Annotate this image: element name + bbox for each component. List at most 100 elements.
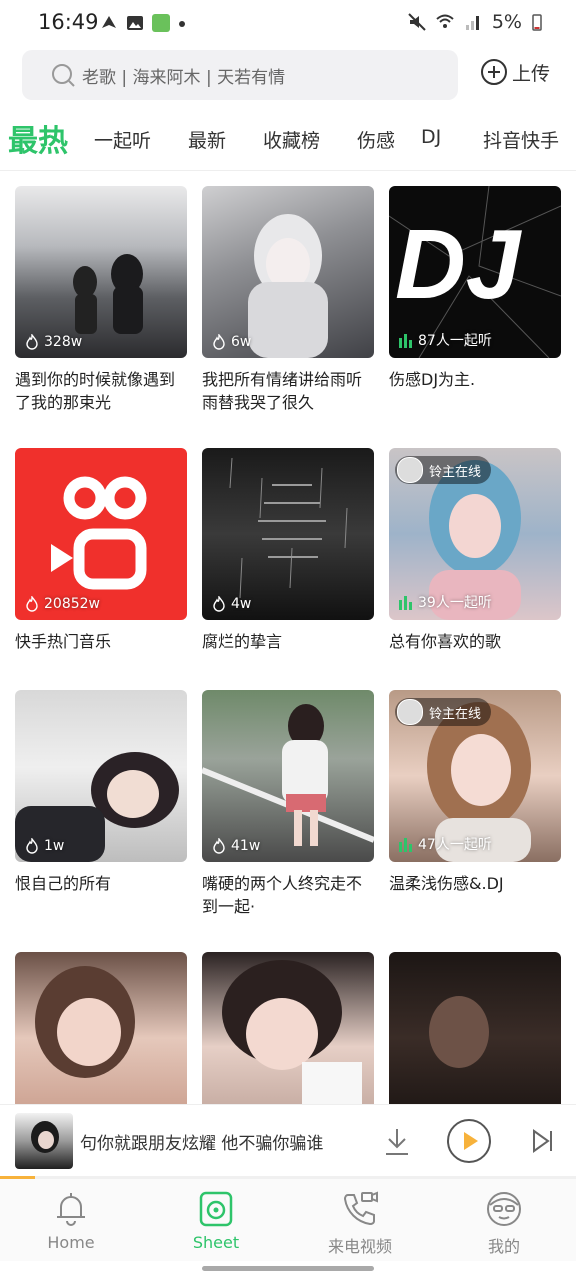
listener-count: 87人一起听 (418, 333, 492, 349)
flame-icon (213, 838, 225, 854)
bell-icon (57, 1193, 85, 1226)
playlist-cover (202, 952, 374, 1124)
playlist-card[interactable]: 41w 嘴硬的两个人终究走不到一起· (202, 690, 374, 918)
dj-logo-text: DJ (395, 209, 521, 319)
tab-listen-together[interactable]: 一起听 (94, 126, 151, 153)
listener-count: 47人一起听 (418, 837, 492, 853)
play-count: 4w (231, 596, 252, 612)
playlist-title: 快手热门音乐 (15, 632, 112, 651)
status-bar: 16:49 5% (0, 0, 576, 46)
now-playing-image (31, 1121, 59, 1153)
tab-dj[interactable]: DJ (421, 126, 441, 148)
nav-call-video[interactable]: 来电视频 (300, 1189, 420, 1257)
now-playing-cover[interactable] (15, 1113, 73, 1169)
girl-portrait-illustration (35, 966, 135, 1078)
playlist-title: 伤感DJ为主. (389, 370, 476, 389)
wifi-icon (436, 14, 454, 28)
download-icon[interactable] (383, 1127, 411, 1157)
nav-sheet[interactable]: Sheet (156, 1189, 276, 1252)
status-time: 16:49 (38, 10, 99, 34)
battery-icon (532, 14, 542, 31)
girl-portrait-illustration (222, 960, 362, 1112)
flame-icon (213, 596, 225, 612)
playlist-cover: 4w (202, 448, 374, 620)
category-tabs: 最热 一起听 最新 收藏榜 伤感 DJ 抖音快手 (0, 112, 576, 166)
girl-portrait-illustration (429, 996, 489, 1068)
plus-circle-icon (481, 59, 507, 85)
now-playing-title[interactable]: 句你就跟朋友炫耀 他不骗你骗谁 (80, 1129, 362, 1154)
tab-sad[interactable]: 伤感 (357, 126, 395, 153)
host-online-label: 铃主在线 (429, 706, 482, 722)
home-indicator[interactable] (202, 1266, 374, 1271)
battery-text: 5% (491, 11, 522, 33)
tab-hot[interactable]: 最热 (8, 116, 68, 160)
nav-call-video-label: 来电视频 (327, 1237, 392, 1256)
nav-mine-label: 我的 (487, 1237, 520, 1256)
playlist-cover: 铃主在线 39人一起听 (389, 448, 561, 620)
equalizer-icon (399, 334, 412, 348)
playlist-cover: 328w (15, 186, 187, 358)
upload-label: 上传 (512, 62, 551, 85)
playlist-card[interactable]: 4w 腐烂的挚言 (202, 448, 374, 653)
nav-sheet-label: Sheet (192, 1233, 240, 1252)
phone-video-icon (343, 1191, 378, 1226)
avatar-face-icon (487, 1192, 521, 1226)
playlist-title: 嘴硬的两个人终究走不到一起· (202, 874, 363, 916)
play-count: 20852w (44, 596, 100, 612)
playlist-cover: 6w (202, 186, 374, 358)
playlist-card[interactable]: 328w 遇到你的时候就像遇到了我的那束光 (15, 186, 187, 414)
playlist-card[interactable] (389, 952, 561, 1124)
playlist-card[interactable]: DJ 87人一起听 伤感DJ为主. (389, 186, 561, 391)
tab-favorites-chart[interactable]: 收藏榜 (263, 126, 320, 153)
playlist-card[interactable]: 20852w 快手热门音乐 (15, 448, 187, 653)
music-sheet-icon (199, 1191, 233, 1227)
kuaishou-logo-icon (51, 476, 147, 590)
playlist-title: 总有你喜欢的歌 (389, 632, 502, 651)
playlist-cover: 41w (202, 690, 374, 862)
play-count: 1w (44, 838, 65, 854)
nav-mine[interactable]: 我的 (444, 1189, 564, 1257)
search-placeholder: 老歌 | 海来阿木 | 天若有情 (82, 67, 286, 88)
play-count: 41w (231, 838, 261, 854)
playlist-cover: 20852w (15, 448, 187, 620)
navigation-icon (102, 16, 116, 28)
tab-newest[interactable]: 最新 (188, 126, 226, 153)
playlist-title: 腐烂的挚言 (202, 632, 283, 651)
nav-home-label: Home (47, 1233, 95, 1252)
playlist-cover (389, 952, 561, 1124)
listener-count: 39人一起听 (418, 595, 492, 611)
playlist-card[interactable]: 1w 恨自己的所有 (15, 690, 187, 895)
play-icon[interactable] (446, 1118, 492, 1164)
nav-home[interactable]: Home (11, 1189, 131, 1252)
playlist-title: 我把所有情绪讲给雨听 雨替我哭了很久 (202, 370, 363, 412)
playlist-title: 恨自己的所有 (15, 874, 112, 893)
tab-douyin-kuaishou[interactable]: 抖音快手 (483, 126, 559, 153)
tabs-divider (0, 170, 576, 171)
signal-icon (465, 16, 479, 30)
flame-icon (26, 334, 38, 350)
equalizer-icon (399, 838, 412, 852)
flame-icon (26, 596, 38, 612)
bottom-nav: Home Sheet 来电视频 我的 (0, 1179, 576, 1261)
app-notification-icon (152, 14, 170, 32)
search-icon (52, 64, 75, 87)
playlist-cover: 1w (15, 690, 187, 862)
host-online-badge: 铃主在线 (395, 698, 492, 726)
girl-walking-illustration (202, 704, 374, 846)
playlist-card[interactable] (15, 952, 187, 1124)
host-online-label: 铃主在线 (429, 464, 482, 480)
mini-player[interactable]: 句你就跟朋友炫耀 他不骗你骗谁 (0, 1104, 576, 1177)
play-count: 6w (231, 334, 252, 350)
host-avatar (397, 699, 423, 725)
playlist-card[interactable]: 铃主在线 47人一起听 温柔浅伤感&.DJ (389, 690, 561, 895)
upload-button[interactable]: 上传 (480, 58, 550, 86)
flame-icon (213, 334, 225, 350)
skip-next-icon[interactable] (530, 1127, 556, 1155)
flame-icon (26, 838, 38, 854)
search-input[interactable]: 老歌 | 海来阿木 | 天若有情 (22, 50, 458, 100)
playlist-card[interactable]: 6w 我把所有情绪讲给雨听 雨替我哭了很久 (202, 186, 374, 414)
playlist-title: 温柔浅伤感&.DJ (389, 874, 504, 893)
playlist-card[interactable] (202, 952, 374, 1124)
playlist-card[interactable]: 铃主在线 39人一起听 总有你喜欢的歌 (389, 448, 561, 653)
dot-icon (179, 21, 185, 27)
